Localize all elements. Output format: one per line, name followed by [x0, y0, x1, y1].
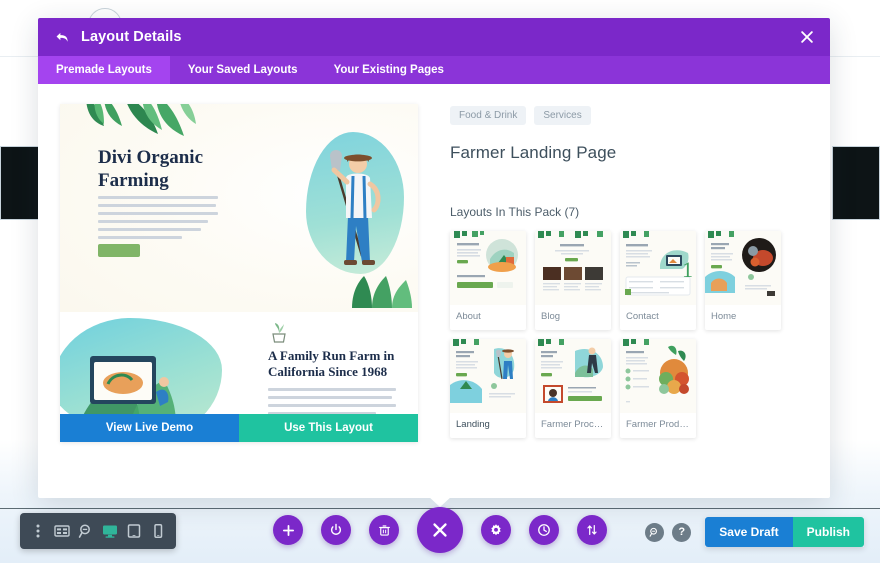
- layout-preview-card: Divi Organic Farming A Family Run Farm i…: [60, 104, 418, 442]
- modal-tabs: Premade Layouts Your Saved Layouts Your …: [38, 56, 830, 84]
- preview-hero-paragraph: [98, 196, 218, 244]
- arrows-updown-icon: [587, 525, 597, 535]
- publish-toolbar: ? Save Draft Publish: [645, 517, 864, 547]
- preview-section2-heading: A Family Run Farm in California Since 19…: [268, 348, 395, 379]
- layouts-grid: About Blog 1 Contact Home Landing Farmer…: [450, 231, 824, 438]
- plant-pot-icon: [272, 323, 286, 343]
- save-publish-buttons: Save Draft Publish: [705, 517, 864, 547]
- layout-thumb-farmer-products[interactable]: Farmer Prod…: [620, 339, 696, 438]
- layout-thumb-farmer-process[interactable]: Farmer Proce…: [535, 339, 611, 438]
- layout-thumb-preview: [535, 231, 611, 305]
- category-tags: Food & Drink Services: [450, 106, 824, 125]
- modal-body: Divi Organic Farming A Family Run Farm i…: [38, 84, 830, 498]
- layout-details-modal: Layout Details Premade Layouts Your Save…: [38, 18, 830, 498]
- phone-view-icon[interactable]: [150, 523, 166, 539]
- thumb-art-landing: [450, 339, 526, 413]
- layout-thumb-preview: [450, 231, 526, 305]
- modal-header: Layout Details: [38, 18, 830, 56]
- preview-hero-heading: Divi Organic Farming: [98, 147, 204, 191]
- more-options-icon[interactable]: [30, 523, 46, 539]
- settings-button[interactable]: [481, 515, 511, 545]
- tab-your-existing-pages[interactable]: Your Existing Pages: [316, 56, 462, 84]
- layout-thumb-label: Blog: [541, 311, 561, 322]
- trash-icon: [378, 524, 390, 536]
- layout-thumb-preview: 1: [620, 231, 696, 305]
- thumb-art-about: [450, 231, 526, 305]
- close-icon: [433, 523, 447, 537]
- preview-hero-section: Divi Organic Farming: [60, 104, 418, 312]
- tablet-view-icon[interactable]: [126, 523, 142, 539]
- help-icon[interactable]: ?: [672, 522, 692, 542]
- svg-text:1: 1: [682, 257, 693, 282]
- modal-title: Layout Details: [81, 29, 182, 45]
- thumb-art-farmer-products: [620, 339, 696, 413]
- add-section-button[interactable]: [273, 515, 303, 545]
- portability-button[interactable]: [577, 515, 607, 545]
- wireframe-view-icon[interactable]: [54, 523, 70, 539]
- view-mode-toolbar: [20, 513, 176, 549]
- layout-preview-column: Divi Organic Farming A Family Run Farm i…: [60, 104, 418, 498]
- layout-thumb-preview: [535, 339, 611, 413]
- save-draft-button[interactable]: Save Draft: [705, 517, 793, 547]
- clock-icon: [538, 524, 550, 536]
- farmer-illustration: [330, 150, 381, 265]
- publish-button[interactable]: Publish: [792, 517, 864, 547]
- preview-scroll-area: Divi Organic Farming A Family Run Farm i…: [60, 104, 418, 442]
- layout-thumb-landing[interactable]: Landing: [450, 339, 526, 438]
- view-live-demo-button[interactable]: View Live Demo: [60, 414, 239, 442]
- center-menu-pointer: [428, 496, 452, 507]
- layout-thumb-label: Home: [711, 311, 737, 322]
- leaf-icon: [127, 104, 196, 136]
- pack-title: Farmer Landing Page: [450, 143, 617, 162]
- search-glyph-icon: [649, 527, 658, 537]
- desktop-view-icon[interactable]: [102, 523, 118, 539]
- delete-button[interactable]: [369, 515, 399, 545]
- background-dark-block-right: [832, 146, 880, 220]
- toggle-builder-button[interactable]: [321, 515, 351, 545]
- layout-thumb-label: About: [456, 311, 481, 322]
- thumb-art-home: [705, 231, 781, 305]
- thumb-art-contact: 1: [620, 231, 696, 305]
- tag-food-and-drink[interactable]: Food & Drink: [450, 106, 527, 125]
- layout-thumb-label: Landing: [456, 419, 490, 430]
- thumb-art-blog: [535, 231, 611, 305]
- history-button[interactable]: [529, 515, 559, 545]
- screen-root: Layout Details Premade Layouts Your Save…: [0, 0, 880, 563]
- tag-services[interactable]: Services: [534, 106, 591, 125]
- gear-icon: [491, 524, 501, 536]
- layout-thumb-contact[interactable]: 1 Contact: [620, 231, 696, 330]
- layout-thumb-about[interactable]: About: [450, 231, 526, 330]
- close-icon[interactable]: [798, 28, 816, 46]
- layout-thumb-blog[interactable]: Blog: [535, 231, 611, 330]
- layout-thumb-preview: [620, 339, 696, 413]
- use-this-layout-button[interactable]: Use This Layout: [239, 414, 418, 442]
- search-icon[interactable]: [645, 522, 665, 542]
- layout-thumb-home[interactable]: Home: [705, 231, 781, 330]
- layout-thumb-label: Contact: [626, 311, 659, 322]
- layout-thumb-label: Farmer Prod…: [626, 419, 689, 430]
- tab-your-saved-layouts[interactable]: Your Saved Layouts: [170, 56, 316, 84]
- preview-hero-cta-button[interactable]: [98, 244, 140, 257]
- layout-thumb-preview: [705, 231, 781, 305]
- back-arrow-icon[interactable]: [54, 29, 71, 46]
- layout-thumb-label: Farmer Proce…: [541, 419, 609, 430]
- zoom-view-icon[interactable]: [78, 523, 94, 539]
- layout-thumb-preview: [450, 339, 526, 413]
- thumb-art-farmer-process: [535, 339, 611, 413]
- power-icon: [330, 523, 342, 535]
- foliage-icon: [352, 276, 412, 308]
- close-menu-button[interactable]: [417, 507, 463, 553]
- preview-action-bar: View Live Demo Use This Layout: [60, 414, 418, 442]
- layout-details-column: Food & Drink Services Farmer Landing Pag…: [418, 104, 824, 498]
- pack-subtitle: Layouts In This Pack (7): [450, 205, 580, 219]
- plus-icon: [282, 524, 294, 536]
- tab-premade-layouts[interactable]: Premade Layouts: [38, 56, 170, 84]
